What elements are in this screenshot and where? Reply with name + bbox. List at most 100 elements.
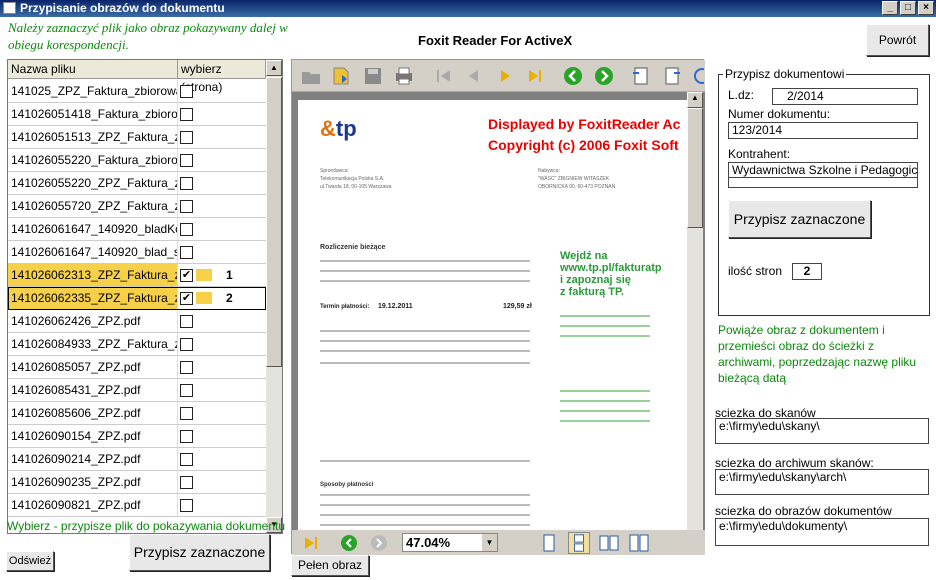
pick-checkbox[interactable] (180, 131, 193, 144)
assign-selected-button[interactable]: Przypisz zaznaczone (728, 200, 871, 238)
save-icon[interactable] (362, 65, 384, 87)
table-row[interactable]: 141026084933_ZPZ_Faktura_zbi (8, 333, 266, 356)
file-name-cell[interactable]: 141026084933_ZPZ_Faktura_zbi (8, 333, 178, 355)
table-row[interactable]: 141026090821_ZPZ.pdf (8, 494, 266, 517)
pick-checkbox[interactable] (180, 499, 193, 512)
pick-checkbox[interactable] (180, 108, 193, 121)
scroll-up-arrow-icon[interactable]: ▲ (266, 60, 282, 76)
viewer-scrollbar[interactable]: ▲ (687, 92, 703, 530)
archive-path-field[interactable]: e:\firmy\edu\skany\arch\ (715, 469, 929, 495)
table-row[interactable]: 141026061647_140920_bladKom (8, 218, 266, 241)
pick-checkbox[interactable] (180, 338, 193, 351)
pick-checkbox[interactable] (180, 154, 193, 167)
file-name-cell[interactable]: 141026090821_ZPZ.pdf (8, 494, 178, 516)
previous-page-icon[interactable] (463, 65, 485, 87)
pick-checkbox[interactable] (180, 200, 193, 213)
pick-checkbox[interactable] (180, 361, 193, 374)
ldz-field[interactable]: 2/2014 (772, 88, 918, 105)
table-row[interactable]: 141026062426_ZPZ.pdf (8, 310, 266, 333)
docimages-path-field[interactable]: e:\firmy\edu\dokumenty\ (715, 518, 929, 546)
zoom-icon[interactable] (690, 65, 704, 87)
table-row[interactable]: 141026085057_ZPZ.pdf (8, 356, 266, 379)
table-row[interactable]: 141025_ZPZ_Faktura_zbiorowa_i (8, 80, 266, 103)
table-row[interactable]: 141026051418_Faktura_zbiorowa (8, 103, 266, 126)
file-name-cell[interactable]: 141026062426_ZPZ.pdf (8, 310, 178, 332)
zoom-dropdown-icon[interactable]: ▼ (482, 534, 497, 551)
file-name-cell[interactable]: 141025_ZPZ_Faktura_zbiorowa_i (8, 80, 178, 102)
file-name-cell[interactable]: 141026062335_ZPZ_Faktura_zbi (8, 287, 178, 309)
zoom-select[interactable]: 47.04% ▼ (402, 533, 498, 552)
file-name-cell[interactable]: 141026085057_ZPZ.pdf (8, 356, 178, 378)
file-name-cell[interactable]: 141026055220_Faktura_zbiorowa (8, 149, 178, 171)
table-row[interactable]: 141026090214_ZPZ.pdf (8, 448, 266, 471)
facing-page-icon[interactable] (598, 532, 620, 554)
pick-checkbox[interactable] (180, 177, 193, 190)
pick-checkbox[interactable] (180, 315, 193, 328)
back-icon[interactable] (562, 65, 584, 87)
open-file-icon[interactable] (330, 65, 352, 87)
file-name-cell[interactable]: 141026085606_ZPZ.pdf (8, 402, 178, 424)
scroll-thumb[interactable] (266, 77, 282, 367)
column-header-name[interactable]: Nazwa pliku (8, 60, 178, 78)
table-row[interactable]: 141026085431_ZPZ.pdf (8, 379, 266, 402)
column-header-pick[interactable]: wybierz (strona) (178, 60, 266, 94)
minimize-button[interactable]: _ (882, 1, 898, 15)
table-row[interactable]: 141026090235_ZPZ.pdf (8, 471, 266, 494)
file-name-cell[interactable]: 141026051418_Faktura_zbiorowa (8, 103, 178, 125)
full-image-button[interactable]: Pełen obraz (291, 555, 369, 576)
continuous-page-icon[interactable] (568, 532, 590, 554)
last-page-bottom-icon[interactable] (300, 532, 322, 554)
table-row[interactable]: 141026085606_ZPZ.pdf (8, 402, 266, 425)
file-name-cell[interactable]: 141026090154_ZPZ.pdf (8, 425, 178, 447)
scans-path-field[interactable]: e:\firmy\edu\skany\ (715, 418, 929, 444)
table-row[interactable]: 141026090154_ZPZ.pdf (8, 425, 266, 448)
pick-checkbox[interactable] (180, 223, 193, 236)
file-name-cell[interactable]: 141026090235_ZPZ.pdf (8, 471, 178, 493)
pick-checkbox[interactable]: ✔ (180, 292, 193, 305)
contractor-field[interactable]: Wydawnictwa Szkolne i Pedagogiczne (728, 162, 918, 188)
back-bottom-icon[interactable] (338, 532, 360, 554)
rotate-right-icon[interactable] (661, 65, 683, 87)
pick-checkbox[interactable]: ✔ (180, 269, 193, 282)
document-canvas[interactable]: &tp Displayed by FoxitReader Ac Copyrigh… (292, 92, 705, 530)
file-name-cell[interactable]: 141026090214_ZPZ.pdf (8, 448, 178, 470)
last-page-icon[interactable] (524, 65, 546, 87)
viewer-scroll-up-icon[interactable]: ▲ (687, 92, 703, 108)
first-page-icon[interactable] (433, 65, 455, 87)
next-page-icon[interactable] (494, 65, 516, 87)
back-button[interactable]: Powrót (866, 24, 929, 56)
table-row[interactable]: 141026062313_ZPZ_Faktura_zbi ✔ 1 (8, 264, 266, 287)
forward-bottom-icon[interactable] (368, 532, 390, 554)
file-name-cell[interactable]: 141026061647_140920_bladKom (8, 218, 178, 240)
assign-selected-left-button[interactable]: Przypisz zaznaczone (129, 534, 270, 571)
pick-checkbox[interactable] (180, 246, 193, 259)
close-button[interactable]: × (918, 1, 934, 15)
rotate-left-icon[interactable] (630, 65, 652, 87)
pick-checkbox[interactable] (180, 407, 193, 420)
table-row[interactable]: 141026061647_140920_blad_siec (8, 241, 266, 264)
file-name-cell[interactable]: 141026061647_140920_blad_siec (8, 241, 178, 263)
file-name-cell[interactable]: 141026055720_ZPZ_Faktura_zbi (8, 195, 178, 217)
pages-count-field[interactable]: 2 (792, 263, 822, 280)
table-row[interactable]: 141026062335_ZPZ_Faktura_zbi ✔ 2 (8, 287, 266, 310)
single-page-icon[interactable] (538, 532, 560, 554)
table-row[interactable]: 141026051513_ZPZ_Faktura_zbi (8, 126, 266, 149)
continuous-facing-icon[interactable] (628, 532, 650, 554)
file-name-cell[interactable]: 141026062313_ZPZ_Faktura_zbi (8, 264, 178, 286)
forward-icon[interactable] (593, 65, 615, 87)
file-name-cell[interactable]: 141026055220_ZPZ_Faktura_zbi (8, 172, 178, 194)
grid-scrollbar[interactable]: ▲ ▼ (266, 60, 282, 533)
pick-checkbox[interactable] (180, 430, 193, 443)
open-folder-icon[interactable] (300, 65, 322, 87)
file-name-cell[interactable]: 141026051513_ZPZ_Faktura_zbi (8, 126, 178, 148)
table-row[interactable]: 141026055220_Faktura_zbiorowa (8, 149, 266, 172)
viewer-scroll-thumb[interactable] (687, 108, 703, 228)
pick-checkbox[interactable] (180, 384, 193, 397)
pick-checkbox[interactable] (180, 476, 193, 489)
table-row[interactable]: 141026055220_ZPZ_Faktura_zbi (8, 172, 266, 195)
refresh-button[interactable]: Odśwież (6, 551, 54, 571)
pick-checkbox[interactable] (180, 85, 193, 98)
pick-checkbox[interactable] (180, 453, 193, 466)
docnum-field[interactable]: 123/2014 (728, 122, 918, 139)
table-row[interactable]: 141026055720_ZPZ_Faktura_zbi (8, 195, 266, 218)
